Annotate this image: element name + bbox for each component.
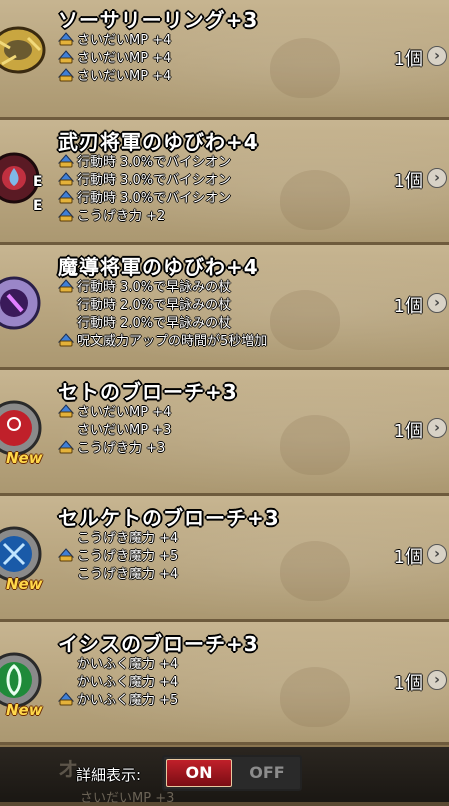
item-quantity: 1個	[393, 547, 423, 568]
lock-icon	[58, 279, 74, 293]
lock-icon	[58, 32, 74, 46]
lock-icon	[58, 208, 74, 222]
stat-line: さいだいMP +4	[58, 404, 171, 422]
new-badge: New	[6, 701, 43, 719]
stat-line: 行動時 3.0%でバイシオン	[58, 190, 231, 208]
stat-line: 呪文威力アップの時間が5秒増加	[58, 333, 267, 351]
chevron-right-icon[interactable]: ›	[427, 670, 447, 690]
chevron-right-icon[interactable]: ›	[427, 46, 447, 66]
stat-line: 行動時 3.0%でバイシオン	[58, 154, 231, 172]
chevron-right-icon[interactable]: ›	[427, 418, 447, 438]
lock-icon	[58, 692, 74, 706]
stat-line: こうげき魔力 +5	[58, 548, 178, 566]
stat-line: 行動時 3.0%でバイシオン	[58, 172, 231, 190]
stat-line: かいふく魔力 +5	[58, 692, 178, 710]
list-item[interactable]: ソーサリーリング+3 さいだいMP +4 さいだいMP +4 さいだいMP +4…	[0, 0, 449, 120]
stat-line: こうげき力 +3	[58, 440, 171, 458]
lock-icon	[58, 68, 74, 82]
equipped-badge: E	[33, 198, 43, 214]
item-quantity: 1個	[393, 673, 423, 694]
item-quantity: 1個	[393, 296, 423, 317]
new-badge: New	[6, 575, 43, 593]
item-quantity: 1個	[393, 171, 423, 192]
item-name: イシスのブローチ+3	[58, 632, 259, 656]
item-name: ソーサリーリング+3	[58, 8, 259, 32]
list-item[interactable]: New セトのブローチ+3 さいだいMP +4 さいだいMP +3 こうげき力 …	[0, 370, 449, 496]
item-name: セトのブローチ+3	[58, 380, 238, 404]
lock-icon	[58, 548, 74, 562]
lock-icon	[58, 333, 74, 347]
lock-icon	[58, 154, 74, 168]
lock-icon	[58, 404, 74, 418]
detail-toggle[interactable]: ON OFF	[162, 755, 302, 791]
chevron-right-icon[interactable]: ›	[427, 293, 447, 313]
chevron-right-icon[interactable]: ›	[427, 544, 447, 564]
item-quantity: 1個	[393, 421, 423, 442]
lock-icon	[58, 190, 74, 204]
item-stats: さいだいMP +4 さいだいMP +3 こうげき力 +3	[58, 404, 171, 458]
list-item[interactable]: New イシスのブローチ+3 かいふく魔力 +4 かいふく魔力 +4 かいふく魔…	[0, 622, 449, 745]
ring-thumbnail-icon	[0, 267, 50, 341]
stat-line: こうげき魔力 +4	[77, 567, 179, 582]
stat-line: かいふく魔力 +4	[77, 675, 179, 690]
list-item[interactable]: 魔導将軍のゆびわ+4 行動時 3.0%で早詠みの杖 行動時 2.0%で早詠みの杖…	[0, 245, 449, 370]
detail-toggle-label: 詳細表示:	[76, 766, 142, 784]
item-name: セルケトのブローチ+3	[58, 506, 280, 530]
item-stats: 行動時 3.0%で早詠みの杖 行動時 2.0%で早詠みの杖 行動時 2.0%で早…	[58, 279, 267, 351]
item-stats: こうげき魔力 +4 こうげき魔力 +5 こうげき魔力 +4	[58, 530, 178, 584]
equipped-badge: E	[33, 174, 43, 190]
stat-line: さいだいMP +4	[58, 68, 171, 86]
item-stats: さいだいMP +4 さいだいMP +4 さいだいMP +4	[58, 32, 171, 86]
item-list[interactable]: ソーサリーリング+3 さいだいMP +4 さいだいMP +4 さいだいMP +4…	[0, 0, 449, 800]
stat-line: さいだいMP +4	[58, 32, 171, 50]
stat-line: こうげき力 +2	[58, 208, 231, 226]
stat-line: こうげき魔力 +4	[77, 531, 179, 546]
item-stats: 行動時 3.0%でバイシオン 行動時 3.0%でバイシオン 行動時 3.0%でバ…	[58, 154, 231, 226]
new-badge: New	[6, 449, 43, 467]
ring-thumbnail-icon	[0, 20, 50, 94]
chevron-right-icon[interactable]: ›	[427, 168, 447, 188]
item-stats: かいふく魔力 +4 かいふく魔力 +4 かいふく魔力 +5	[58, 656, 178, 710]
item-quantity: 1個	[393, 49, 423, 70]
lock-icon	[58, 50, 74, 64]
toggle-off-button[interactable]: OFF	[236, 759, 298, 787]
lock-icon	[58, 172, 74, 186]
list-item[interactable]: E E 武刃将軍のゆびわ+4 行動時 3.0%でバイシオン 行動時 3.0%でバ…	[0, 120, 449, 245]
toggle-on-button[interactable]: ON	[166, 759, 232, 787]
list-item[interactable]: New セルケトのブローチ+3 こうげき魔力 +4 こうげき魔力 +5 こうげき…	[0, 496, 449, 622]
stat-line: 行動時 2.0%で早詠みの杖	[77, 316, 232, 331]
stat-line: さいだいMP +4	[58, 50, 171, 68]
bottom-bar: オラ3 さいだいMP +3 詳細表示: ON OFF	[0, 745, 449, 806]
stat-line: さいだいMP +3	[77, 423, 172, 438]
lock-icon	[58, 440, 74, 454]
item-name: 魔導将軍のゆびわ+4	[58, 255, 259, 279]
stat-line: 行動時 3.0%で早詠みの杖	[58, 279, 267, 297]
stat-line: 行動時 2.0%で早詠みの杖	[77, 298, 232, 313]
item-name: 武刃将軍のゆびわ+4	[58, 130, 259, 154]
stat-line: かいふく魔力 +4	[77, 657, 179, 672]
partial-stat: さいだいMP +3	[80, 791, 175, 806]
